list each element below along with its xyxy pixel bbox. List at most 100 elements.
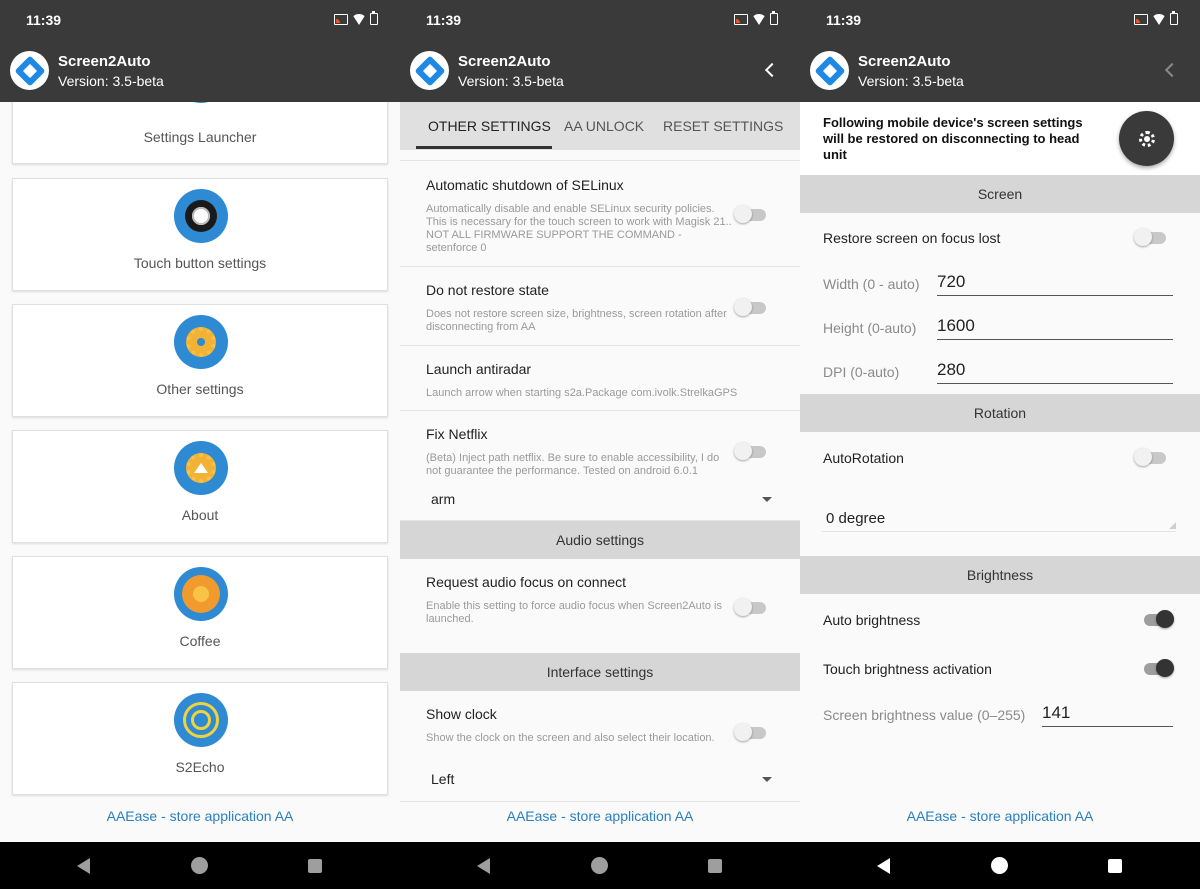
chevron-left-icon	[764, 62, 780, 78]
dropdown-arrow-icon	[762, 497, 772, 502]
width-row: Width (0 - auto) 720	[800, 262, 1200, 306]
select-value: arm	[431, 491, 456, 507]
card-about[interactable]: About	[12, 430, 388, 543]
footer-store-link[interactable]: AAEase - store application AA	[400, 808, 800, 828]
pref-show-clock[interactable]: Show clock Show the clock on the screen …	[400, 691, 800, 802]
settings-fab[interactable]	[1119, 111, 1174, 166]
field-value: 141	[1042, 703, 1071, 722]
tab-aa-unlock[interactable]: AA UNLOCK	[564, 102, 644, 150]
card-other-settings[interactable]: Other settings	[12, 304, 388, 417]
wifi-icon	[352, 13, 366, 25]
pref-title: Automatic shutdown of SELinux	[426, 177, 624, 193]
app-title: Screen2Auto	[458, 53, 551, 70]
audio-focus-toggle[interactable]	[734, 598, 766, 616]
pref-antiradar[interactable]: Launch antiradar Launch arrow when start…	[400, 346, 800, 411]
dpi-input[interactable]: 280	[937, 358, 1173, 384]
screen-other-settings: 11:39 Screen2Auto Version: 3.5-beta OTHE…	[400, 0, 800, 889]
field-value: 1600	[937, 316, 975, 335]
card-label: Touch button settings	[133, 255, 267, 271]
pref-title: Touch brightness activation	[823, 661, 992, 677]
tab-reset-settings[interactable]: RESET SETTINGS	[663, 102, 783, 150]
nav-recent-icon[interactable]	[1108, 859, 1122, 873]
app-bar: Screen2Auto Version: 3.5-beta	[400, 40, 800, 102]
field-value: 280	[937, 360, 966, 379]
width-input[interactable]: 720	[937, 270, 1173, 296]
section-brightness: Brightness	[800, 556, 1200, 594]
screen-main-menu: 11:39 Screen2Auto Version: 3.5-beta Sett…	[0, 0, 400, 889]
rotation-degree-select[interactable]: 0 degree	[822, 504, 1176, 532]
touch-brightness-toggle[interactable]	[1142, 659, 1174, 677]
pref-title: Restore screen on focus lost	[823, 230, 1001, 246]
nav-recent-icon[interactable]	[708, 859, 722, 873]
width-label: Width (0 - auto)	[823, 276, 920, 292]
pref-summary: Show the clock on the screen and also se…	[426, 732, 715, 744]
pref-title: Auto brightness	[823, 612, 921, 628]
app-version: Version: 3.5-beta	[58, 73, 164, 89]
battery-icon	[370, 11, 378, 25]
card-label: About	[181, 507, 219, 523]
nav-recent-icon[interactable]	[308, 859, 322, 873]
card-s2echo[interactable]: S2Echo	[12, 682, 388, 795]
pref-fix-netflix[interactable]: Fix Netflix (Beta) Inject path netflix. …	[400, 411, 800, 521]
touch-button-icon	[174, 189, 228, 243]
dpi-row: DPI (0-auto) 280	[800, 350, 1200, 394]
pref-summary: Launch arrow when starting s2a.Package c…	[426, 387, 738, 399]
card-label: S2Echo	[175, 759, 225, 775]
cast-icon	[334, 13, 348, 25]
footer-store-link[interactable]: AAEase - store application AA	[0, 808, 400, 828]
card-settings-launcher[interactable]: Settings Launcher	[12, 102, 388, 164]
footer-store-link[interactable]: AAEase - store application AA	[800, 808, 1200, 828]
fix-netflix-toggle[interactable]	[734, 442, 766, 460]
height-input[interactable]: 1600	[937, 314, 1173, 340]
app-version: Version: 3.5-beta	[458, 73, 564, 89]
pref-restore-focus[interactable]: Restore screen on focus lost	[800, 213, 1200, 261]
nav-home-icon[interactable]	[191, 857, 208, 874]
launcher-icon	[174, 102, 228, 103]
about-icon	[174, 441, 228, 495]
app-title: Screen2Auto	[858, 53, 951, 70]
restore-focus-toggle[interactable]	[1134, 228, 1166, 246]
select-value: 0 degree	[826, 510, 886, 527]
status-time: 11:39	[26, 12, 62, 28]
tab-indicator	[416, 146, 552, 149]
menu-cards: Settings Launcher Touch button settings …	[0, 102, 400, 802]
pref-title: Show clock	[426, 706, 497, 722]
app-bar: Screen2Auto Version: 3.5-beta	[800, 40, 1200, 102]
settings-tabs: OTHER SETTINGS AA UNLOCK RESET SETTINGS	[400, 102, 800, 150]
pref-title: AutoRotation	[823, 450, 904, 466]
gear-icon	[1138, 130, 1155, 147]
card-label: Settings Launcher	[143, 129, 257, 145]
clock-position-select[interactable]: Left	[426, 766, 776, 794]
card-coffee[interactable]: Coffee	[12, 556, 388, 669]
netflix-arch-select[interactable]: arm	[426, 486, 776, 514]
restore-notice: Following mobile device's screen setting…	[823, 115, 1083, 162]
pref-summary: (Beta) Inject path netflix. Be sure to e…	[426, 452, 720, 477]
nav-back-icon[interactable]	[77, 858, 90, 874]
height-row: Height (0-auto) 1600	[800, 306, 1200, 350]
app-version: Version: 3.5-beta	[858, 73, 964, 89]
nav-back-icon[interactable]	[877, 858, 890, 874]
nav-bar	[0, 842, 400, 889]
brightness-value-input[interactable]: 141	[1042, 701, 1173, 727]
nav-home-icon[interactable]	[991, 857, 1008, 874]
nav-home-icon[interactable]	[591, 857, 608, 874]
card-touch-button-settings[interactable]: Touch button settings	[12, 178, 388, 291]
status-bar: 11:39	[400, 0, 800, 40]
battery-icon	[1170, 11, 1178, 25]
pref-touch-brightness[interactable]: Touch brightness activation	[800, 644, 1200, 692]
pref-auto-brightness[interactable]: Auto brightness	[800, 594, 1200, 644]
pref-title: Fix Netflix	[426, 426, 488, 442]
do-not-restore-toggle[interactable]	[734, 298, 766, 316]
tab-other-settings[interactable]: OTHER SETTINGS	[428, 102, 551, 150]
pref-autorotation[interactable]: AutoRotation	[800, 432, 1200, 482]
selinux-toggle[interactable]	[734, 205, 766, 223]
app-title: Screen2Auto	[58, 53, 151, 70]
auto-brightness-toggle[interactable]	[1142, 610, 1174, 628]
back-button[interactable]	[1162, 58, 1182, 82]
nav-back-icon[interactable]	[477, 858, 490, 874]
autorotation-toggle[interactable]	[1134, 448, 1166, 466]
show-clock-toggle[interactable]	[734, 723, 766, 741]
height-label: Height (0-auto)	[823, 320, 917, 336]
settings-list: Automatic shutdown of SELinux Automatica…	[400, 150, 800, 802]
back-button[interactable]	[762, 58, 782, 82]
